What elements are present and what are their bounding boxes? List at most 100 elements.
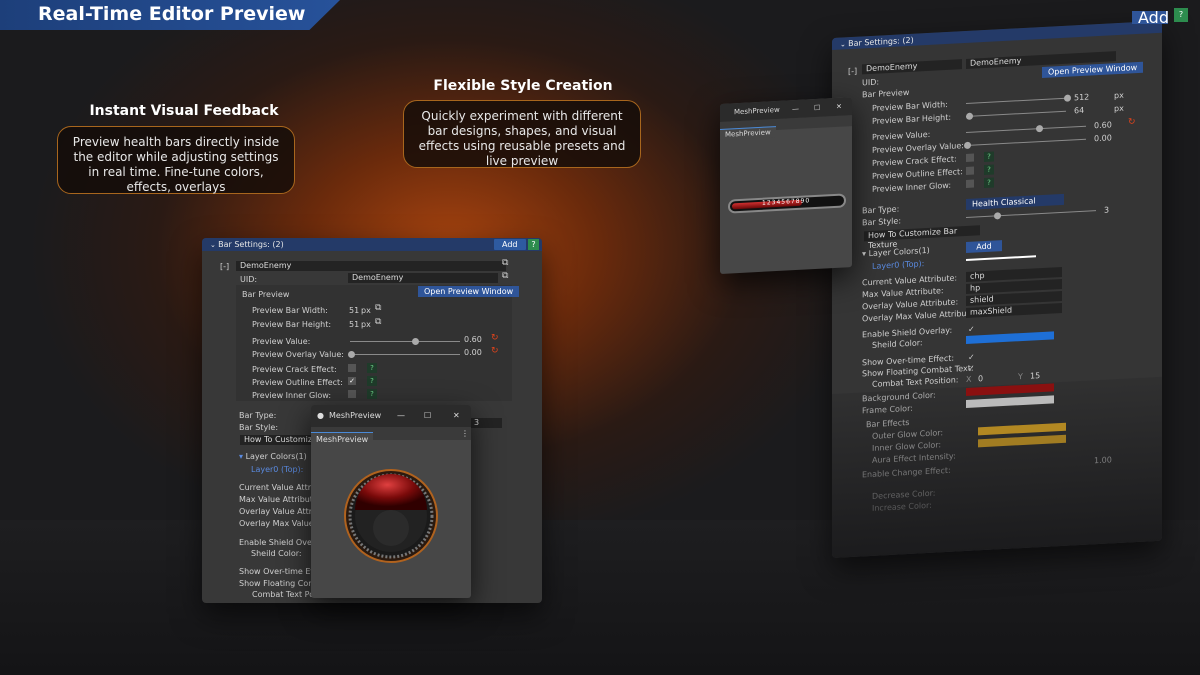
copy-icon[interactable]: ⧉	[502, 271, 508, 281]
customize-texture-button[interactable]: How To Customiz	[240, 435, 320, 445]
health-bar-number: 1234567890	[762, 197, 811, 207]
maximize-button[interactable]: ☐	[814, 99, 820, 117]
preview-width-label: Preview Bar Width:	[252, 306, 328, 315]
add-button-top[interactable]: Add	[1132, 10, 1169, 26]
help-icon[interactable]: ?	[984, 177, 994, 189]
uid-field[interactable]: DemoEnemy	[348, 273, 498, 283]
layer0-color-swatch[interactable]	[966, 255, 1036, 261]
preview-height-value[interactable]: 51	[349, 320, 359, 329]
bar-preview-label: Bar Preview	[242, 290, 290, 299]
combat-text-position-label: Combat Text Po	[252, 590, 315, 599]
preview-height-value[interactable]: 64	[1074, 106, 1084, 116]
uid-label: UID:	[862, 77, 880, 88]
slider-knob[interactable]	[1064, 94, 1071, 102]
px-unit: px	[1114, 90, 1124, 101]
overlay-max-attr-label: Overlay Max Value Attribute:	[862, 308, 978, 324]
help-icon[interactable]: ?	[367, 363, 377, 373]
copy-icon[interactable]: ⧉	[502, 258, 508, 268]
name-field[interactable]: DemoEnemy	[236, 261, 506, 271]
close-button[interactable]: ✕	[453, 405, 460, 427]
slider-knob[interactable]	[348, 351, 355, 358]
minimize-button[interactable]: —	[792, 100, 799, 118]
bar-settings-header[interactable]: ⌄ Bar Settings: (2) Add ?	[202, 238, 542, 251]
customize-texture-button[interactable]: How To Customize Bar Texture	[864, 225, 980, 250]
help-button-top[interactable]: ?	[1174, 8, 1188, 22]
outline-effect-checkbox[interactable]	[966, 166, 974, 175]
bar-style-value[interactable]: 3	[1104, 205, 1109, 214]
preview-value[interactable]: 0.60	[464, 335, 482, 344]
bar-style-label: Bar Style:	[239, 423, 279, 432]
mesh-preview-titlebar[interactable]: ● MeshPreview — ☐ ✕	[311, 405, 471, 427]
maximize-button[interactable]: ☐	[424, 405, 431, 427]
shield-overlay-label: Enable Shield Overlay:	[862, 325, 953, 340]
collapse-toggle[interactable]: [-]	[848, 67, 857, 76]
preview-overlay-label: Preview Overlay Value:	[872, 141, 964, 155]
bar-style-label: Bar Style:	[862, 216, 902, 228]
help-icon[interactable]: ?	[984, 151, 994, 163]
tab-meshpreview[interactable]: MeshPreview	[720, 126, 776, 140]
preview-width-value[interactable]: 51	[349, 306, 359, 315]
preview-width-value[interactable]: 512	[1074, 93, 1089, 103]
preview-value-slider[interactable]	[966, 125, 1086, 133]
copy-icon[interactable]: ⧉	[375, 317, 381, 327]
tab-bar: MeshPreview ⋮	[311, 427, 471, 445]
reset-icon[interactable]: ↻	[491, 333, 499, 343]
overtime-check[interactable]: ✓	[968, 353, 975, 362]
bar-type-dropdown[interactable]: Health Classical	[966, 193, 1064, 210]
close-button[interactable]: ✕	[836, 98, 842, 116]
inner-glow-checkbox[interactable]	[348, 390, 356, 398]
slider-knob[interactable]	[964, 141, 971, 150]
tab-meshpreview[interactable]: MeshPreview	[311, 432, 374, 445]
open-preview-window-button[interactable]: Open Preview Window	[418, 286, 520, 297]
crack-effect-checkbox[interactable]	[966, 153, 974, 162]
name-field[interactable]: DemoEnemy	[862, 59, 962, 75]
overlay-value-slider[interactable]	[966, 138, 1086, 146]
slider-knob[interactable]	[994, 212, 1001, 220]
help-icon[interactable]: ?	[367, 389, 377, 399]
layer-colors-label[interactable]: ▾ Layer Colors(1)	[239, 452, 307, 461]
aura-value[interactable]: 1.00	[1094, 455, 1112, 465]
preview-value-slider[interactable]	[350, 341, 460, 342]
reset-icon[interactable]: ↻	[1128, 117, 1136, 127]
health-bar-preview: 1234567890	[728, 193, 846, 214]
collapse-toggle[interactable]: [-]	[220, 262, 229, 271]
shield-overlay-check[interactable]: ✓	[968, 325, 975, 334]
overlay-value[interactable]: 0.00	[464, 348, 482, 357]
slider-knob[interactable]	[1036, 124, 1043, 133]
layer0-label: Layer0 (Top):	[251, 465, 304, 474]
reset-icon[interactable]: ↻	[491, 346, 499, 356]
crack-effect-label: Preview Crack Effect:	[872, 154, 957, 168]
floating-check[interactable]: ✓	[968, 364, 975, 373]
help-button[interactable]: ?	[528, 239, 539, 250]
shield-color-swatch[interactable]	[966, 331, 1054, 344]
add-layer-button[interactable]: Add	[966, 240, 1002, 253]
crack-effect-checkbox[interactable]	[348, 364, 356, 372]
pos-y-field[interactable]: 15	[1030, 371, 1040, 381]
bar-style-value[interactable]: 3	[470, 418, 502, 428]
add-button[interactable]: Add	[494, 239, 526, 250]
help-icon[interactable]: ?	[984, 164, 994, 176]
outline-effect-checkbox[interactable]: ✓	[348, 377, 356, 385]
bar-settings-header-label: Bar Settings: (2)	[848, 35, 914, 49]
feature-left-title: Instant Visual Feedback	[89, 103, 279, 119]
copy-icon[interactable]: ⧉	[375, 303, 381, 313]
help-icon[interactable]: ?	[367, 376, 377, 386]
more-menu-icon[interactable]: ⋮	[461, 429, 469, 438]
preview-value[interactable]: 0.60	[1094, 120, 1112, 130]
minimize-button[interactable]: —	[397, 405, 405, 427]
height-slider[interactable]	[966, 110, 1066, 117]
overlay-value-slider[interactable]	[350, 354, 460, 355]
shield-color-label: Sheild Color:	[251, 549, 302, 558]
overlay-value[interactable]: 0.00	[1094, 133, 1112, 143]
pos-x-field[interactable]: 0	[978, 374, 983, 383]
bar-settings-header[interactable]: ⌄ Bar Settings: (2)	[832, 20, 1162, 50]
pos-x-label: X	[966, 374, 972, 384]
bar-style-slider[interactable]	[966, 210, 1096, 218]
inner-glow-checkbox[interactable]	[966, 179, 974, 188]
preview-value-label: Preview Value:	[872, 129, 931, 142]
slider-knob[interactable]	[412, 338, 419, 345]
width-slider[interactable]	[966, 97, 1066, 104]
bar-settings-header-label: Bar Settings: (2)	[218, 240, 284, 249]
bar-type-label: Bar Type:	[862, 204, 900, 216]
slider-knob[interactable]	[966, 112, 973, 120]
